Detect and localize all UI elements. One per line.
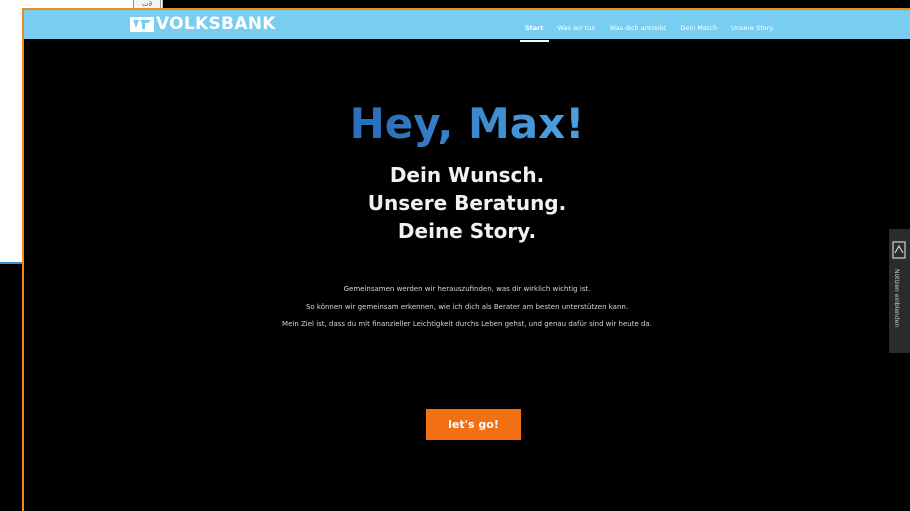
volksbank-logo-icon: [130, 16, 154, 32]
notes-icon: [892, 241, 906, 259]
nav-item-was-dich-antreibt[interactable]: Was dich antreibt: [603, 10, 674, 39]
background-window-divider: [0, 262, 22, 264]
notes-tab-label: Notizen einblenden: [893, 269, 900, 328]
notes-side-tab[interactable]: Notizen einblenden: [889, 229, 910, 353]
nav-item-was-wir-tun[interactable]: Was wir tun: [551, 10, 603, 39]
lets-go-button[interactable]: let's go!: [426, 409, 521, 440]
headline-line-3: Deine Story.: [397, 219, 537, 243]
greeting-heading: Hey, Max!: [24, 100, 910, 148]
brand-logo[interactable]: VOLKSBANK: [130, 14, 276, 34]
top-navbar: VOLKSBANK Start Was wir tun Was dich ant…: [24, 10, 910, 42]
nav-item-dein-match[interactable]: Dein Match: [673, 10, 724, 39]
nav-item-unsere-story[interactable]: Unsere Story: [724, 10, 780, 39]
app-window: VOLKSBANK Start Was wir tun Was dich ant…: [22, 8, 910, 511]
intro-text-line-3: Mein Ziel ist, dass du mit finanzieller …: [282, 320, 652, 328]
brand-name: VOLKSBANK: [156, 14, 276, 34]
headline-line-1: Dein Wunsch.: [389, 163, 545, 187]
headline-line-2: Unsere Beratung.: [367, 191, 567, 215]
intro-text-line-2: So können wir gemeinsam erkennen, wie ic…: [305, 303, 629, 311]
nav-item-start[interactable]: Start: [518, 10, 551, 42]
intro-text-line-1: Gemeinsamen werden wir herauszufinden, w…: [343, 285, 591, 293]
main-navigation: Start Was wir tun Was dich antreibt Dein…: [518, 10, 780, 42]
